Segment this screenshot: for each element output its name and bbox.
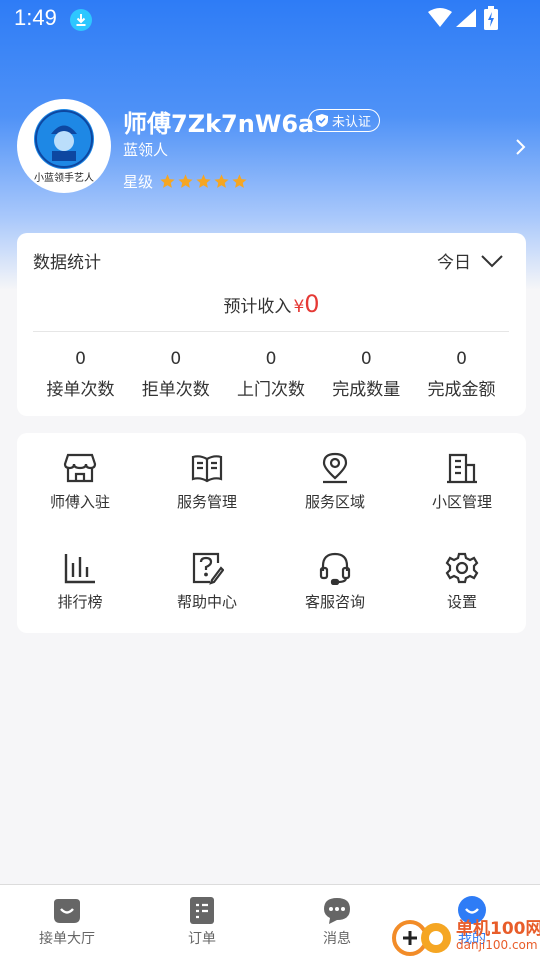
watermark: 单机100网 danji100.com: [390, 914, 540, 960]
star-rating: [159, 173, 248, 190]
income-value: 0: [304, 290, 320, 318]
avatar-logo-icon: [34, 109, 94, 169]
period-selector[interactable]: 今日: [437, 248, 503, 273]
menu-label: 设置: [446, 593, 477, 611]
menu-card: 师傅入驻 服务管理 服务区域 小区管理 排行榜 帮助中心 客服咨询 设置: [17, 433, 526, 633]
tab-label: 消息: [323, 931, 351, 947]
stat-value: 0: [75, 349, 86, 369]
stat-value: 0: [456, 349, 467, 369]
order-icon: [190, 897, 214, 924]
status-time: 1:49: [14, 5, 57, 30]
divider: [33, 331, 509, 332]
building-icon: [447, 453, 477, 484]
menu-label: 小区管理: [431, 493, 492, 511]
stats-card: 数据统计 今日 预计收入 ¥0 0 接单次数 0 拒单次数 0 上门次数 0 完成…: [17, 233, 526, 416]
star-icon: [196, 174, 211, 188]
stat-amount[interactable]: 0 完成金额: [414, 348, 509, 400]
menu-item-ranking[interactable]: 排行榜: [25, 551, 135, 612]
menu-label: 师傅入驻: [49, 493, 110, 511]
stat-label: 拒单次数: [141, 380, 210, 400]
wifi-icon: [428, 8, 452, 27]
hall-icon: [54, 899, 80, 923]
store-icon: [63, 453, 97, 483]
menu-label: 服务管理: [176, 493, 237, 511]
chevron-down-icon: [481, 254, 503, 267]
book-icon: [191, 455, 223, 483]
currency-symbol: ¥: [293, 297, 305, 317]
help-icon: [192, 552, 224, 585]
message-icon: [324, 898, 350, 924]
avatar-caption: 小蓝领手艺人: [34, 173, 94, 184]
tab-messages[interactable]: 消息: [292, 895, 382, 948]
tab-label: 接单大厅: [39, 931, 95, 947]
shield-icon: [316, 114, 328, 127]
stat-label: 上门次数: [237, 380, 305, 400]
bar-chart-icon: [64, 554, 95, 584]
stat-accepted[interactable]: 0 接单次数: [33, 348, 128, 400]
stat-value: 0: [170, 349, 182, 369]
battery-icon: [484, 6, 498, 30]
menu-label: 服务区域: [304, 493, 365, 511]
watermark-logo-icon: [392, 920, 451, 956]
expected-income: 预计收入 ¥0: [17, 290, 526, 318]
verify-badge-label: 未认证: [332, 115, 372, 130]
user-level: 星级: [123, 171, 248, 192]
headset-icon: [319, 552, 351, 585]
stat-label: 完成金额: [427, 380, 496, 400]
menu-label: 排行榜: [57, 593, 103, 611]
menu-item-help[interactable]: 帮助中心: [152, 551, 262, 612]
menu-item-area[interactable]: 服务区域: [280, 451, 390, 512]
level-label: 星级: [123, 173, 154, 191]
period-label: 今日: [437, 253, 471, 273]
menu-item-community[interactable]: 小区管理: [407, 451, 517, 512]
menu-item-settings[interactable]: 设置: [407, 551, 517, 612]
watermark-text: 单机100网: [456, 919, 540, 939]
tab-orders[interactable]: 订单: [157, 895, 247, 948]
star-icon: [232, 174, 247, 188]
stat-rejected[interactable]: 0 拒单次数: [128, 348, 223, 400]
verify-badge[interactable]: 未认证: [308, 109, 381, 132]
stat-value: 0: [360, 349, 372, 369]
income-label: 预计收入: [223, 297, 292, 317]
stats-title: 数据统计: [33, 253, 101, 273]
stats-row: 0 接单次数 0 拒单次数 0 上门次数 0 完成数量 0 完成金额: [33, 348, 509, 400]
avatar[interactable]: 小蓝领手艺人: [17, 99, 111, 193]
stat-value: 0: [265, 349, 277, 369]
user-role: 蓝领人: [123, 141, 169, 159]
menu-item-support[interactable]: 客服咨询: [280, 551, 390, 612]
menu-label: 帮助中心: [176, 593, 237, 611]
user-name: 师傅7Zk7nW6a: [123, 110, 315, 138]
stat-visits[interactable]: 0 上门次数: [224, 348, 319, 400]
watermark-url: danji100.com: [456, 938, 538, 952]
download-icon: [70, 9, 92, 31]
chevron-right-icon[interactable]: [514, 138, 528, 156]
menu-label: 客服咨询: [304, 593, 365, 611]
stat-completed[interactable]: 0 完成数量: [319, 348, 414, 400]
location-icon: [322, 452, 348, 484]
signal-icon: [456, 9, 476, 27]
star-icon: [214, 174, 229, 188]
stat-label: 完成数量: [332, 380, 401, 400]
gear-icon: [445, 552, 479, 584]
menu-item-services[interactable]: 服务管理: [152, 451, 262, 512]
menu-item-join[interactable]: 师傅入驻: [25, 451, 135, 512]
tab-label: 订单: [188, 931, 216, 947]
tab-hall[interactable]: 接单大厅: [22, 895, 112, 948]
star-icon: [178, 174, 193, 188]
stat-label: 接单次数: [46, 380, 115, 400]
status-bar: 1:49: [0, 0, 540, 38]
star-icon: [160, 174, 175, 188]
